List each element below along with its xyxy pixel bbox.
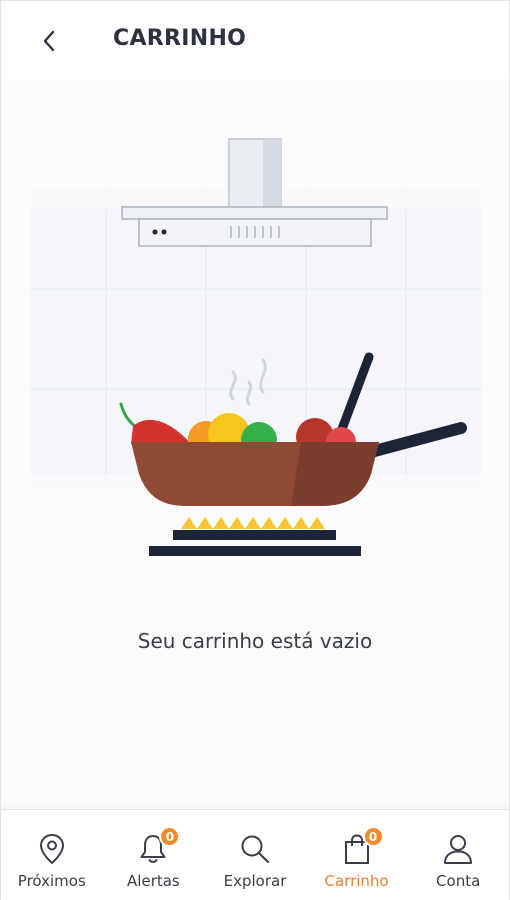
- top-bar: CARRINHO: [1, 1, 509, 79]
- tab-label: Explorar: [223, 872, 287, 890]
- alerts-badge: 0: [159, 826, 181, 847]
- location-pin-icon: [35, 832, 69, 866]
- back-button[interactable]: [31, 23, 67, 59]
- tab-label: Próximos: [17, 872, 86, 890]
- chevron-left-icon: [43, 30, 55, 52]
- cart-content: Seu carrinho está vazio: [1, 79, 509, 809]
- tab-carrinho[interactable]: 0 Carrinho: [306, 810, 408, 900]
- tab-label: Carrinho: [324, 872, 389, 890]
- cart-badge: 0: [362, 826, 384, 847]
- tab-proximos[interactable]: Próximos: [1, 810, 103, 900]
- tab-label: Conta: [436, 872, 481, 890]
- shopping-bag-icon: 0: [340, 826, 384, 866]
- user-icon: [441, 832, 475, 866]
- tab-alertas[interactable]: 0 Alertas: [103, 810, 205, 900]
- page-title: CARRINHO: [113, 26, 247, 51]
- bell-icon: 0: [136, 826, 181, 866]
- search-icon: [238, 832, 272, 866]
- tab-label: Alertas: [127, 872, 180, 890]
- empty-cart-message: Seu carrinho está vazio: [137, 629, 373, 653]
- app-screen: CARRINHO Seu carrinho está vazio Próximo…: [0, 0, 510, 900]
- stove-flames: [181, 517, 325, 529]
- tab-explorar[interactable]: Explorar: [204, 810, 306, 900]
- tab-conta[interactable]: Conta: [407, 810, 509, 900]
- empty-cart-illustration: [31, 138, 481, 556]
- bottom-tab-bar: Próximos 0 Alertas Explorar 0 Carrinho C…: [1, 809, 509, 900]
- stove-burner: [149, 530, 361, 556]
